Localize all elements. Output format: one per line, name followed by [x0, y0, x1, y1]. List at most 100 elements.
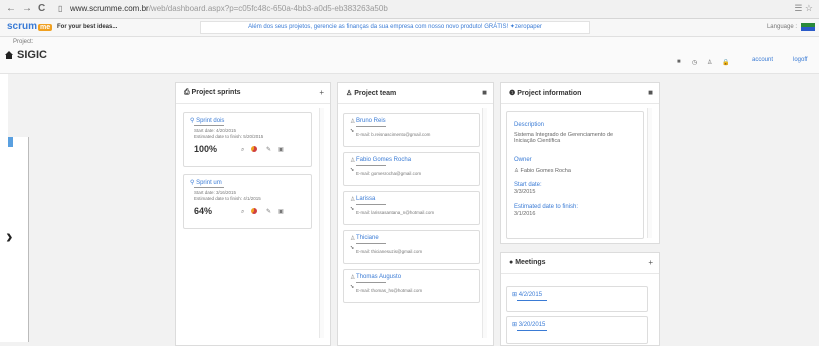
- start-date-value: 3/3/2015: [514, 189, 536, 195]
- team-scrollbar[interactable]: [482, 108, 487, 338]
- user-icon: ♙: [350, 197, 356, 203]
- delete-icon[interactable]: ▣: [278, 147, 291, 153]
- member-email: E-mail: gomesrocha@gmail.com: [356, 171, 422, 176]
- tag-icon: ➘: [350, 167, 355, 173]
- meetings-header: ● Meetings +: [501, 253, 659, 274]
- scrumme-logo[interactable]: scrum me: [7, 21, 53, 32]
- add-sprint-button[interactable]: +: [319, 88, 324, 97]
- sprint-finish: Estimated date to finish: 5/20/2015: [194, 134, 264, 139]
- sprint-name[interactable]: ⚲ Sprint um: [190, 179, 222, 186]
- user-icon[interactable]: ♙: [707, 59, 712, 66]
- language-label: Language :: [766, 24, 797, 30]
- browser-menu-icons[interactable]: ☰ ☆: [794, 3, 813, 14]
- divider: [356, 282, 386, 283]
- member-email: E-mail: b.reisnascimento@gmail.com: [356, 132, 431, 137]
- info-header: ❶ Project information ■: [501, 83, 659, 104]
- meetings-title: ● Meetings: [509, 259, 546, 266]
- member-name[interactable]: Larissa: [356, 196, 375, 202]
- sprint-actions: ⌕ ✎▣: [241, 146, 291, 154]
- info-column: ❶ Project information ■ Description Sist…: [500, 82, 660, 244]
- member-name[interactable]: Thiciane: [356, 235, 379, 241]
- project-name: SIGIC: [17, 49, 47, 61]
- meeting-date[interactable]: ⊞ 3/20/2015: [512, 321, 545, 328]
- meeting-date[interactable]: ⊞ 4/2/2015: [512, 291, 542, 298]
- info-title: ❶ Project information: [509, 90, 582, 97]
- user-icon: ♙: [350, 236, 356, 242]
- url-host: www.scrumme.com.br: [70, 4, 149, 13]
- sprints-header: ⎙ Project sprints +: [176, 83, 330, 104]
- toolbar-square-icon[interactable]: ■: [677, 59, 681, 65]
- pie-chart-icon[interactable]: [251, 146, 258, 153]
- divider: [517, 330, 547, 331]
- sprint-finish: Estimated date to finish: 4/1/2015: [194, 196, 261, 201]
- user-icon: ♙: [350, 158, 356, 164]
- sprint-progress: 100%: [194, 144, 218, 154]
- team-title: ♙ Project team: [346, 90, 397, 97]
- sprints-title: ⎙ Project sprints: [184, 89, 241, 96]
- add-meeting-button[interactable]: +: [648, 258, 653, 267]
- lock-icon[interactable]: 🔒: [722, 59, 729, 66]
- sprint-name[interactable]: ⚲ Sprint dois: [190, 117, 224, 124]
- team-member-card[interactable]: ♙ ➘ Bruno Reis E-mail: b.reisnascimento@…: [343, 113, 480, 147]
- clock-icon[interactable]: ◷: [692, 59, 697, 66]
- team-menu-button[interactable]: ■: [482, 88, 487, 97]
- logoff-link[interactable]: logoff: [793, 57, 808, 63]
- project-label: Project:: [13, 39, 34, 45]
- sprints-scrollbar[interactable]: [319, 108, 324, 338]
- app-header: scrum me For your best ideas... Além dos …: [0, 19, 819, 37]
- team-member-card[interactable]: ♙ ➘ Larissa E-mail: larissasantana_n@hot…: [343, 191, 480, 225]
- divider: [194, 187, 224, 188]
- pie-chart-icon[interactable]: [251, 208, 258, 215]
- delete-icon[interactable]: ▣: [278, 209, 291, 215]
- team-header: ♙ Project team ■: [338, 83, 493, 104]
- meeting-card[interactable]: ⊞ 4/2/2015: [506, 286, 648, 312]
- member-email: E-mail: thomas_hs@hotmail.com: [356, 288, 423, 293]
- member-email: E-mail: thicianesuzis@gmail.com: [356, 249, 423, 254]
- tagline: For your best ideas...: [57, 24, 118, 30]
- owner-value: ♙ Fabio Gomes Rocha: [514, 168, 571, 174]
- search-icon[interactable]: ⌕: [241, 147, 251, 153]
- divider: [194, 125, 224, 126]
- member-name[interactable]: Bruno Reis: [356, 118, 386, 124]
- description-label: Description: [514, 122, 545, 128]
- browser-toolbar: ← → C ▯ www.scrumme.com.br/web/dashboard…: [0, 0, 819, 19]
- team-member-card[interactable]: ♙ ➘ Thiciane E-mail: thicianesuzis@gmail…: [343, 230, 480, 264]
- info-scrollbar[interactable]: [647, 108, 652, 238]
- account-link[interactable]: account: [752, 57, 773, 63]
- tag-icon: ➘: [350, 284, 355, 290]
- member-email: E-mail: larissasantana_n@hotmail.com: [356, 210, 435, 215]
- team-member-card[interactable]: ♙ ➘ Fabio Gomes Rocha E-mail: gomesrocha…: [343, 152, 480, 186]
- info-menu-button[interactable]: ■: [648, 88, 653, 97]
- divider: [356, 243, 386, 244]
- finish-date-value: 3/1/2016: [514, 211, 536, 217]
- expand-arrow-icon[interactable]: ›: [6, 226, 13, 249]
- team-member-card[interactable]: ♙ ➘ Thomas Augusto E-mail: thomas_hs@hot…: [343, 269, 480, 303]
- sprint-start: Start date: 4/20/2015: [194, 128, 237, 133]
- promo-banner[interactable]: Além dos seus projetos, gerencie as fina…: [200, 21, 590, 34]
- info-card: Description Sistema Integrado de Gerenci…: [506, 111, 644, 239]
- meeting-card[interactable]: ⊞ 3/20/2015: [506, 316, 648, 344]
- sprint-actions: ⌕ ✎▣: [241, 208, 291, 216]
- back-button[interactable]: ←: [6, 3, 16, 14]
- user-icon: ♙: [350, 275, 356, 281]
- search-icon[interactable]: ⌕: [241, 209, 251, 215]
- sprint-card[interactable]: ⚲ Sprint dois Start date: 4/20/2015 Esti…: [183, 112, 312, 167]
- divider: [356, 204, 386, 205]
- edit-icon[interactable]: ✎: [266, 147, 278, 153]
- forward-button[interactable]: →: [22, 3, 32, 14]
- home-icon[interactable]: [5, 51, 13, 59]
- reload-button[interactable]: C: [38, 3, 45, 14]
- address-bar[interactable]: www.scrumme.com.br/web/dashboard.aspx?p=…: [70, 4, 388, 13]
- tag-icon: ➘: [350, 128, 355, 134]
- sprints-column: ⎙ Project sprints + ⚲ Sprint dois Start …: [175, 82, 331, 346]
- finish-date-label: Estimated date to finish:: [514, 204, 579, 210]
- side-panel-tab[interactable]: [8, 137, 13, 147]
- member-name[interactable]: Fabio Gomes Rocha: [356, 157, 411, 163]
- page-icon: ▯: [58, 4, 63, 13]
- divider: [356, 126, 386, 127]
- flag-icon[interactable]: [801, 23, 815, 31]
- url-path: /web/dashboard.aspx?p=c05fc48c-650a-4bb3…: [148, 4, 388, 13]
- edit-icon[interactable]: ✎: [266, 209, 278, 215]
- member-name[interactable]: Thomas Augusto: [356, 274, 401, 280]
- sprint-card[interactable]: ⚲ Sprint um Start date: 3/16/2015 Estima…: [183, 174, 312, 229]
